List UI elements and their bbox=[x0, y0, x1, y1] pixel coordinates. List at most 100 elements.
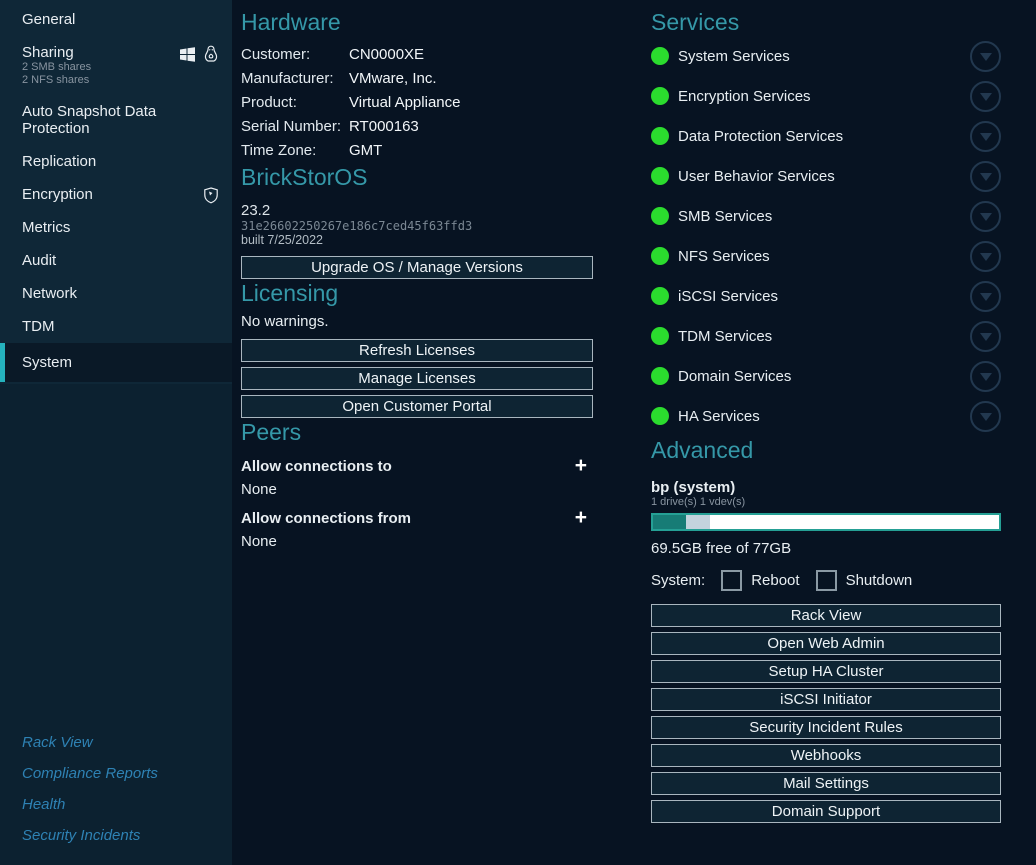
pool-free-space: 69.5GB free of 77GB bbox=[651, 540, 1001, 557]
shield-icon bbox=[203, 187, 219, 204]
sidebar-item-label: Metrics bbox=[22, 219, 70, 236]
chevron-down-icon bbox=[980, 53, 992, 61]
manage-licenses-button[interactable]: Manage Licenses bbox=[241, 367, 593, 390]
iscsi-initiator-button[interactable]: iSCSI Initiator bbox=[651, 688, 1001, 711]
hardware-row: Customer: CN0000XE bbox=[241, 43, 593, 67]
service-row: User Behavior Services bbox=[651, 156, 1001, 196]
service-row: TDM Services bbox=[651, 316, 1001, 356]
services-section-title: Services bbox=[651, 8, 1001, 36]
service-expand-button[interactable] bbox=[970, 121, 1001, 152]
licensing-section-title: Licensing bbox=[241, 279, 593, 307]
service-status-dot bbox=[651, 207, 669, 225]
service-expand-button[interactable] bbox=[970, 361, 1001, 392]
sidebar-item-label: Network bbox=[22, 285, 77, 302]
service-label: Domain Services bbox=[678, 368, 970, 385]
pool-snapshot-segment bbox=[686, 515, 710, 529]
pool-capacity-bar bbox=[651, 513, 1001, 531]
services-column: Services System Services Encryption Serv… bbox=[651, 0, 1001, 823]
os-section-title: BrickStorOS bbox=[241, 163, 593, 191]
peer-group-value: None bbox=[241, 481, 593, 498]
service-expand-button[interactable] bbox=[970, 201, 1001, 232]
service-expand-button[interactable] bbox=[970, 241, 1001, 272]
hardware-row-label: Product: bbox=[241, 91, 349, 115]
chevron-down-icon bbox=[980, 333, 992, 341]
pool-detail: 1 drive(s) 1 vdev(s) bbox=[651, 496, 1001, 508]
service-status-dot bbox=[651, 287, 669, 305]
hardware-row-label: Time Zone: bbox=[241, 139, 349, 163]
os-version: 23.2 bbox=[241, 202, 593, 219]
shutdown-checkbox[interactable] bbox=[816, 570, 837, 591]
sidebar-item-system[interactable]: System bbox=[0, 343, 232, 382]
peer-group-label: Allow connections from bbox=[241, 510, 411, 527]
hardware-row: Serial Number: RT000163 bbox=[241, 115, 593, 139]
service-row: Encryption Services bbox=[651, 76, 1001, 116]
service-expand-button[interactable] bbox=[970, 401, 1001, 432]
sidebar-item-sharing[interactable]: Sharing 2 SMB shares 2 NFS sh bbox=[0, 36, 232, 95]
add-peer-connection-from-icon[interactable]: + bbox=[575, 509, 587, 527]
peer-group-label: Allow connections to bbox=[241, 458, 392, 475]
security-incident-rules-button[interactable]: Security Incident Rules bbox=[651, 716, 1001, 739]
upgrade-os-button[interactable]: Upgrade OS / Manage Versions bbox=[241, 256, 593, 279]
sidebar-item-label: Auto Snapshot Data Protection bbox=[22, 103, 156, 137]
service-row: System Services bbox=[651, 36, 1001, 76]
chevron-down-icon bbox=[980, 373, 992, 381]
link-health[interactable]: Health bbox=[0, 789, 232, 820]
service-expand-button[interactable] bbox=[970, 281, 1001, 312]
hardware-row-value: VMware, Inc. bbox=[349, 67, 437, 91]
open-web-admin-button[interactable]: Open Web Admin bbox=[651, 632, 1001, 655]
service-expand-button[interactable] bbox=[970, 41, 1001, 72]
refresh-licenses-button[interactable]: Refresh Licenses bbox=[241, 339, 593, 362]
setup-ha-cluster-button[interactable]: Setup HA Cluster bbox=[651, 660, 1001, 683]
chevron-down-icon bbox=[980, 133, 992, 141]
mail-settings-button[interactable]: Mail Settings bbox=[651, 772, 1001, 795]
sidebar-item-label: Sharing bbox=[22, 44, 74, 61]
sidebar-footer-links: Rack View Compliance Reports Health Secu… bbox=[0, 727, 232, 851]
sidebar-item-metrics[interactable]: Metrics bbox=[0, 211, 232, 244]
pool-name: bp (system) bbox=[651, 479, 1001, 496]
peer-group: Allow connections to + bbox=[241, 457, 593, 475]
open-customer-portal-button[interactable]: Open Customer Portal bbox=[241, 395, 593, 418]
sidebar-item-encryption[interactable]: Encryption bbox=[0, 178, 232, 211]
sidebar-item-tdm[interactable]: TDM bbox=[0, 310, 232, 343]
add-peer-connection-to-icon[interactable]: + bbox=[575, 457, 587, 475]
hardware-table: Customer: CN0000XE Manufacturer: VMware,… bbox=[241, 43, 593, 163]
hardware-row-label: Manufacturer: bbox=[241, 67, 349, 91]
chevron-down-icon bbox=[980, 173, 992, 181]
service-expand-button[interactable] bbox=[970, 161, 1001, 192]
webhooks-button[interactable]: Webhooks bbox=[651, 744, 1001, 767]
service-expand-button[interactable] bbox=[970, 321, 1001, 352]
sidebar-item-replication[interactable]: Replication bbox=[0, 145, 232, 178]
advanced-buttons: Rack View Open Web Admin Setup HA Cluste… bbox=[651, 604, 1001, 823]
service-status-dot bbox=[651, 247, 669, 265]
rack-view-button[interactable]: Rack View bbox=[651, 604, 1001, 627]
sidebar-item-label: Encryption bbox=[22, 186, 93, 203]
hardware-row: Manufacturer: VMware, Inc. bbox=[241, 67, 593, 91]
chevron-down-icon bbox=[980, 213, 992, 221]
hardware-row-value: Virtual Appliance bbox=[349, 91, 460, 115]
service-status-dot bbox=[651, 327, 669, 345]
chevron-down-icon bbox=[980, 293, 992, 301]
service-row: HA Services bbox=[651, 396, 1001, 436]
sidebar-item-general[interactable]: General bbox=[0, 3, 232, 36]
shutdown-label: Shutdown bbox=[846, 572, 913, 589]
service-label: SMB Services bbox=[678, 208, 970, 225]
service-label: iSCSI Services bbox=[678, 288, 970, 305]
sidebar-item-label: Replication bbox=[22, 153, 96, 170]
domain-support-button[interactable]: Domain Support bbox=[651, 800, 1001, 823]
peer-group-value: None bbox=[241, 533, 593, 550]
service-label: Encryption Services bbox=[678, 88, 970, 105]
sidebar-item-auto-snapshot[interactable]: Auto Snapshot Data Protection bbox=[0, 95, 232, 145]
system-power-label: System: bbox=[651, 572, 705, 589]
service-expand-button[interactable] bbox=[970, 81, 1001, 112]
sidebar-item-audit[interactable]: Audit bbox=[0, 244, 232, 277]
link-rack-view[interactable]: Rack View bbox=[0, 727, 232, 758]
sidebar-item-network[interactable]: Network bbox=[0, 277, 232, 310]
reboot-checkbox[interactable] bbox=[721, 570, 742, 591]
sidebar-menu: General Sharing 2 S bbox=[0, 0, 232, 384]
service-status-dot bbox=[651, 47, 669, 65]
link-compliance-reports[interactable]: Compliance Reports bbox=[0, 758, 232, 789]
service-row: iSCSI Services bbox=[651, 276, 1001, 316]
link-security-incidents[interactable]: Security Incidents bbox=[0, 820, 232, 851]
service-status-dot bbox=[651, 127, 669, 145]
licensing-buttons: Refresh Licenses Manage Licenses Open Cu… bbox=[241, 339, 593, 418]
